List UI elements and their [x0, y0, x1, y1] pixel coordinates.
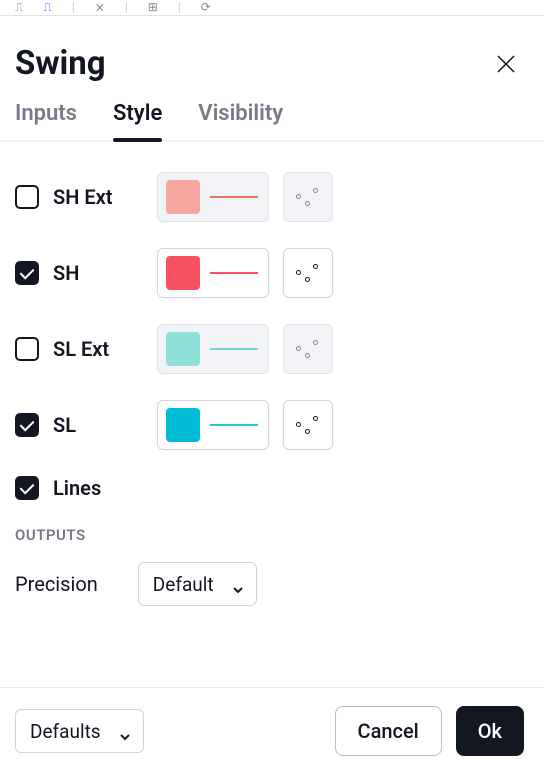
- style-row: SL: [15, 400, 529, 450]
- precision-select[interactable]: Default: [138, 562, 257, 606]
- style-row: Lines: [15, 476, 529, 500]
- outputs-heading: OUTPUTS: [15, 526, 529, 544]
- scatter-icon: [296, 187, 320, 207]
- row-label: Lines: [53, 476, 143, 500]
- color-line-picker[interactable]: [157, 248, 269, 298]
- ok-button[interactable]: Ok: [456, 706, 524, 756]
- toolbar-icon: ⎍: [15, 0, 23, 15]
- color-line-picker[interactable]: [157, 324, 269, 374]
- line-sample: [210, 272, 258, 274]
- precision-label: Precision: [15, 572, 98, 596]
- toolbar-icon: ⟳: [201, 0, 211, 14]
- style-row: SH: [15, 248, 529, 298]
- line-sample: [210, 348, 258, 350]
- checkbox[interactable]: [15, 476, 39, 500]
- precision-value: Default: [153, 573, 214, 596]
- checkbox[interactable]: [15, 337, 39, 361]
- marker-picker[interactable]: [283, 248, 333, 298]
- defaults-label: Defaults: [30, 720, 101, 743]
- line-sample: [210, 196, 258, 198]
- defaults-select[interactable]: Defaults: [15, 709, 144, 753]
- color-line-picker[interactable]: [157, 172, 269, 222]
- tab-inputs[interactable]: Inputs: [15, 101, 77, 140]
- dialog-title: Swing: [15, 44, 106, 83]
- toolbar-icon: ⎍: [43, 0, 51, 15]
- style-row: SH Ext: [15, 172, 529, 222]
- checkbox[interactable]: [15, 185, 39, 209]
- chevron-down-icon: [232, 578, 244, 590]
- checkbox[interactable]: [15, 413, 39, 437]
- color-swatch: [166, 256, 200, 290]
- close-button[interactable]: [488, 46, 524, 82]
- color-line-picker[interactable]: [157, 400, 269, 450]
- marker-picker[interactable]: [283, 172, 333, 222]
- toolbar-icon: ⨯: [95, 0, 105, 14]
- color-swatch: [166, 408, 200, 442]
- line-sample: [210, 424, 258, 426]
- checkbox[interactable]: [15, 261, 39, 285]
- marker-picker[interactable]: [283, 324, 333, 374]
- precision-row: Precision Default: [15, 562, 529, 606]
- cancel-button[interactable]: Cancel: [335, 706, 442, 756]
- row-label: SH: [53, 261, 143, 285]
- color-swatch: [166, 180, 200, 214]
- dialog-footer: Defaults Cancel Ok: [0, 687, 544, 778]
- color-swatch: [166, 332, 200, 366]
- chevron-down-icon: [119, 725, 131, 737]
- row-label: SL: [53, 413, 143, 437]
- row-label: SH Ext: [53, 185, 143, 209]
- tabs: Inputs Style Visibility: [0, 101, 544, 142]
- tab-visibility[interactable]: Visibility: [198, 101, 283, 140]
- tab-style[interactable]: Style: [113, 101, 162, 140]
- close-icon: [494, 52, 518, 76]
- style-row: SL Ext: [15, 324, 529, 374]
- top-toolbar: ⎍ ⎍ | ⨯ | ⊞ | ⟳: [0, 0, 544, 16]
- dialog-content: SH Ext SH SL Ext SL Lines OUTPUTS Precision …: [0, 142, 544, 616]
- dialog-header: Swing: [0, 16, 544, 101]
- scatter-icon: [296, 415, 320, 435]
- marker-picker[interactable]: [283, 400, 333, 450]
- scatter-icon: [296, 339, 320, 359]
- toolbar-icon: ⊞: [148, 0, 158, 14]
- scatter-icon: [296, 263, 320, 283]
- row-label: SL Ext: [53, 337, 143, 361]
